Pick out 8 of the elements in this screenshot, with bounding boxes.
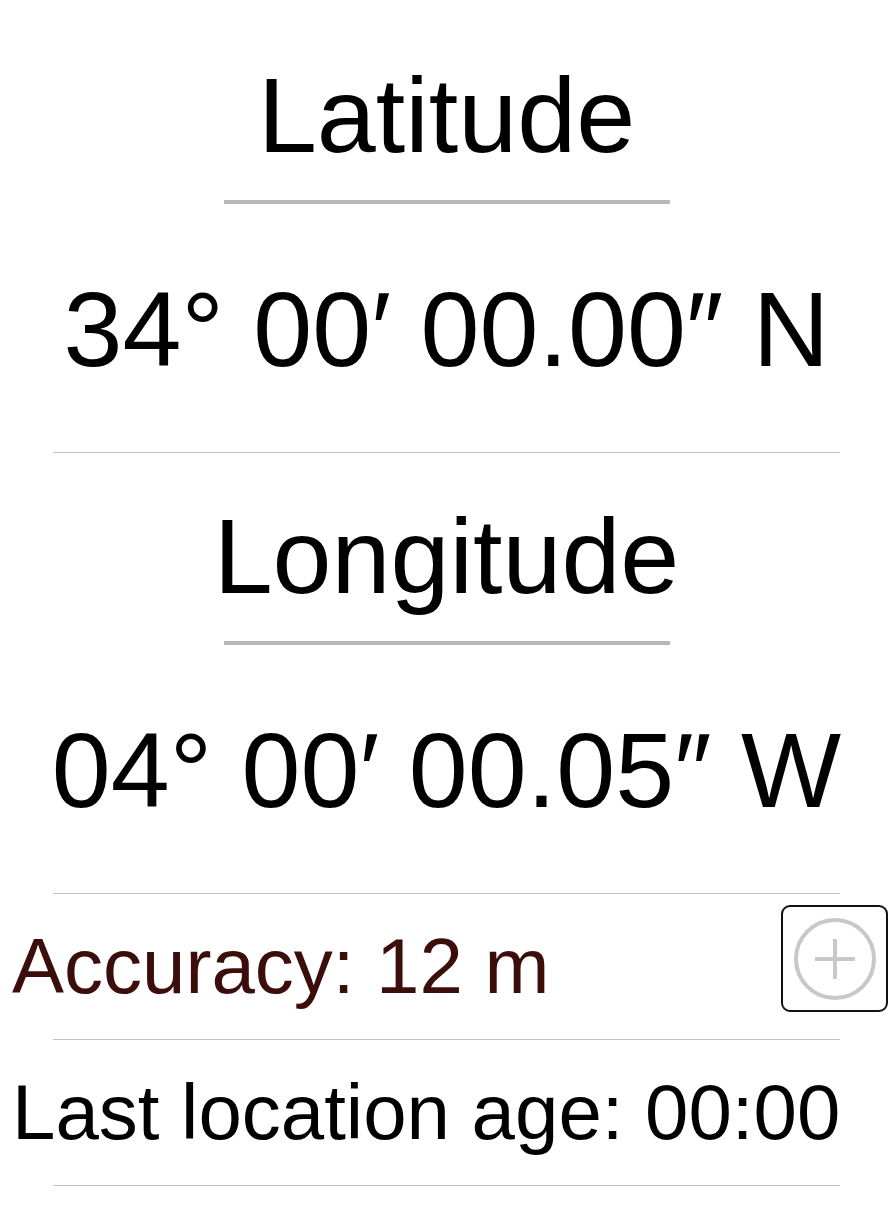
accuracy-text: Accuracy: 12 m (12, 921, 550, 1012)
coordinate-value: 34° 00′ 00.00″ N (63, 269, 830, 389)
add-button[interactable] (781, 905, 888, 1012)
coordinate-value: 04° 00′ 00.05″ W (51, 710, 842, 830)
location-age-text: Last location age: 00:00 (12, 1067, 841, 1158)
section-heading: Latitude (257, 55, 636, 176)
section-heading: Longitude (213, 496, 680, 617)
plus-circle-icon (792, 916, 877, 1001)
